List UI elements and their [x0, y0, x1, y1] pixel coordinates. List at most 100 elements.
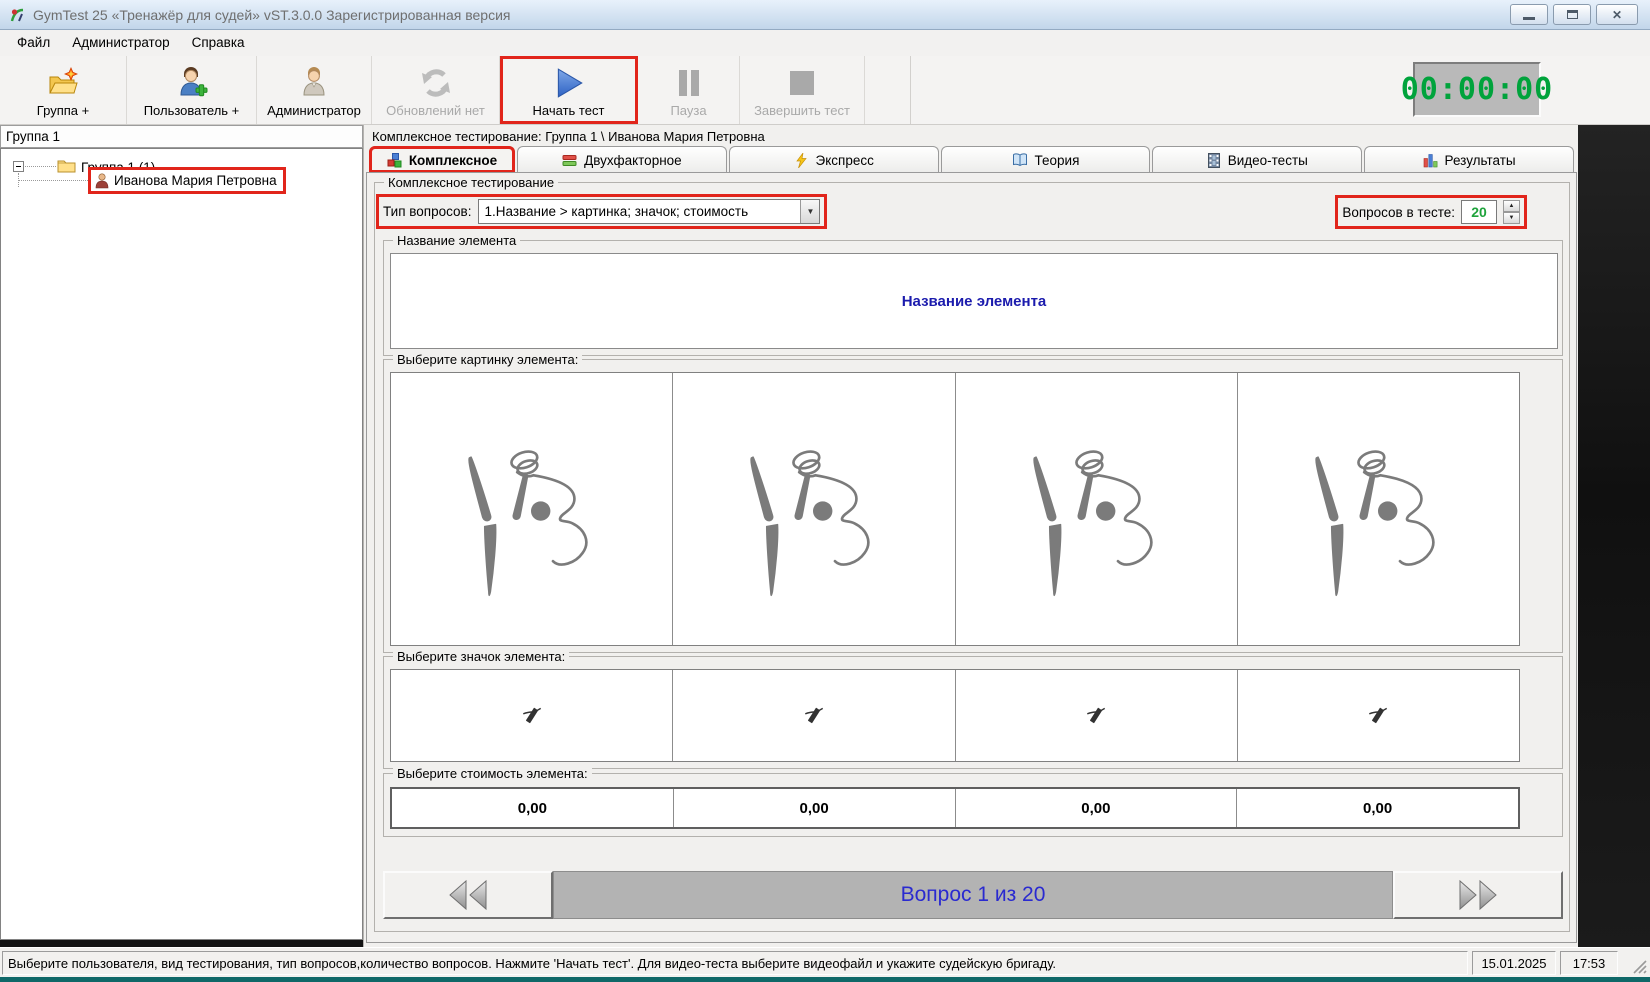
pause-button: Пауза [638, 56, 740, 124]
maximize-button[interactable] [1553, 4, 1591, 25]
main-area: Комплексное тестирование: Группа 1 \ Ива… [363, 125, 1578, 947]
picture-option-1[interactable] [391, 373, 673, 645]
picture-option-4[interactable] [1238, 373, 1519, 645]
question-counter: Вопрос 1 из 20 [553, 871, 1393, 919]
menu-help[interactable]: Справка [181, 30, 256, 56]
spin-up-icon[interactable]: ▲ [1503, 200, 1520, 212]
tab-bar: Комплексное Двухфакторное Экспресс Теори… [369, 146, 1576, 173]
value-options-row: 0,00 0,00 0,00 0,00 [390, 787, 1520, 829]
status-message: Выберите пользователя, вид тестирования,… [2, 951, 1468, 975]
icon-option-4[interactable] [1238, 670, 1519, 761]
tree-collapse-icon[interactable] [13, 161, 24, 172]
breadcrumb: Комплексное тестирование: Группа 1 \ Ива… [372, 129, 765, 144]
question-type-select[interactable]: 1.Название > картинка; значок; стоимость… [478, 199, 820, 224]
question-count-row: Вопросов в тесте: 20 ▲ ▼ [1335, 195, 1527, 229]
status-bar: Выберите пользователя, вид тестирования,… [0, 947, 1650, 977]
two-bars-icon [562, 153, 577, 168]
finish-test-button: Завершить тест [740, 56, 865, 124]
tab-komplexnoe[interactable]: Комплексное [369, 146, 515, 173]
double-left-arrow-icon [446, 878, 490, 912]
status-date: 15.01.2025 [1472, 951, 1556, 975]
film-icon [1207, 153, 1221, 168]
group-panel-header: Группа 1 [0, 125, 363, 148]
admin-user-icon [298, 65, 330, 101]
question-navigation: Вопрос 1 из 20 [383, 871, 1563, 919]
close-icon: ✕ [1612, 8, 1622, 22]
background-area [1578, 125, 1650, 947]
minimize-icon [1523, 17, 1535, 20]
refresh-icon [420, 65, 452, 101]
bar-chart-icon [1423, 153, 1438, 168]
start-test-button[interactable]: Начать тест [500, 56, 638, 124]
group-tree: Группа 1 (1) Иванова Мария Петровна [0, 148, 363, 940]
minimize-button[interactable] [1510, 4, 1548, 25]
tree-connector [18, 180, 88, 181]
icon-option-1[interactable] [391, 670, 673, 761]
previous-question-button[interactable] [383, 871, 553, 919]
tab-express[interactable]: Экспресс [729, 146, 939, 173]
test-timer: 00:00:00 [1413, 62, 1541, 117]
spin-down-icon[interactable]: ▼ [1503, 212, 1520, 224]
element-name-groupbox: Название элемента Название элемента [383, 240, 1563, 356]
menu-administrator[interactable]: Администратор [61, 30, 180, 56]
double-right-arrow-icon [1456, 878, 1500, 912]
toolbar: Группа + Пользователь + Администратор [0, 56, 1650, 125]
updates-button: Обновлений нет [372, 56, 500, 124]
chevron-down-icon[interactable]: ▼ [800, 200, 819, 223]
window-title: GymTest 25 «Тренажёр для судей» vST.3.0.… [33, 7, 510, 23]
cubes-icon [387, 153, 402, 168]
complex-testing-groupbox: Комплексное тестирование Тип вопросов: 1… [374, 182, 1570, 932]
icon-option-2[interactable] [673, 670, 955, 761]
maximize-icon [1567, 10, 1578, 19]
desktop-edge [0, 977, 1650, 982]
question-count-label: Вопросов в тесте: [1342, 205, 1455, 220]
group-add-button[interactable]: Группа + [0, 56, 127, 124]
question-count-stepper: ▲ ▼ [1503, 200, 1520, 224]
folder-icon [57, 158, 76, 173]
value-option-4[interactable]: 0,00 [1237, 789, 1518, 827]
next-question-button[interactable] [1393, 871, 1563, 919]
groupbox-title: Комплексное тестирование [384, 175, 558, 190]
lightning-icon [794, 153, 809, 168]
tab-dvuhfaktornoe[interactable]: Двухфакторное [517, 146, 727, 173]
question-count-input[interactable]: 20 [1461, 200, 1497, 224]
administrator-button[interactable]: Администратор [257, 56, 372, 124]
play-icon [552, 65, 586, 101]
tab-content: Комплексное тестирование Тип вопросов: 1… [366, 172, 1577, 943]
user-add-button[interactable]: Пользователь + [127, 56, 257, 124]
folder-new-icon [47, 65, 79, 101]
close-button[interactable]: ✕ [1596, 4, 1638, 25]
picture-option-2[interactable] [673, 373, 955, 645]
toolbar-separator [910, 56, 911, 124]
value-option-1[interactable]: 0,00 [392, 789, 674, 827]
user-icon [95, 173, 109, 189]
resize-grip[interactable] [1632, 959, 1647, 974]
icon-options-grid [390, 669, 1520, 762]
tab-results[interactable]: Результаты [1364, 146, 1574, 173]
picture-options-grid [390, 372, 1520, 646]
value-option-3[interactable]: 0,00 [956, 789, 1238, 827]
stop-icon [787, 65, 817, 101]
element-name-value: Название элемента [902, 293, 1047, 310]
status-time: 17:53 [1560, 951, 1618, 975]
title-bar: GymTest 25 «Тренажёр для судей» vST.3.0.… [0, 0, 1650, 30]
icon-choice-groupbox: Выберите значок элемента: [383, 656, 1563, 769]
icon-option-3[interactable] [956, 670, 1238, 761]
tree-item-user[interactable]: Иванова Мария Петровна [88, 167, 286, 194]
pause-icon [674, 65, 704, 101]
picture-option-3[interactable] [956, 373, 1238, 645]
tab-video-tests[interactable]: Видео-тесты [1152, 146, 1362, 173]
menu-file[interactable]: Файл [6, 30, 61, 56]
question-type-row: Тип вопросов: 1.Название > картинка; зна… [376, 194, 827, 229]
tab-theory[interactable]: Теория [941, 146, 1151, 173]
question-type-label: Тип вопросов: [383, 204, 471, 219]
value-option-2[interactable]: 0,00 [674, 789, 956, 827]
tree-item-user-label: Иванова Мария Петровна [114, 173, 277, 188]
app-icon [8, 6, 26, 24]
book-icon [1012, 153, 1028, 167]
picture-choice-groupbox: Выберите картинку элемента: [383, 359, 1563, 653]
value-choice-groupbox: Выберите стоимость элемента: 0,00 0,00 0… [383, 773, 1563, 837]
menu-bar: Файл Администратор Справка [0, 30, 1650, 56]
element-name-panel: Название элемента [390, 253, 1558, 349]
user-add-icon [176, 65, 208, 101]
